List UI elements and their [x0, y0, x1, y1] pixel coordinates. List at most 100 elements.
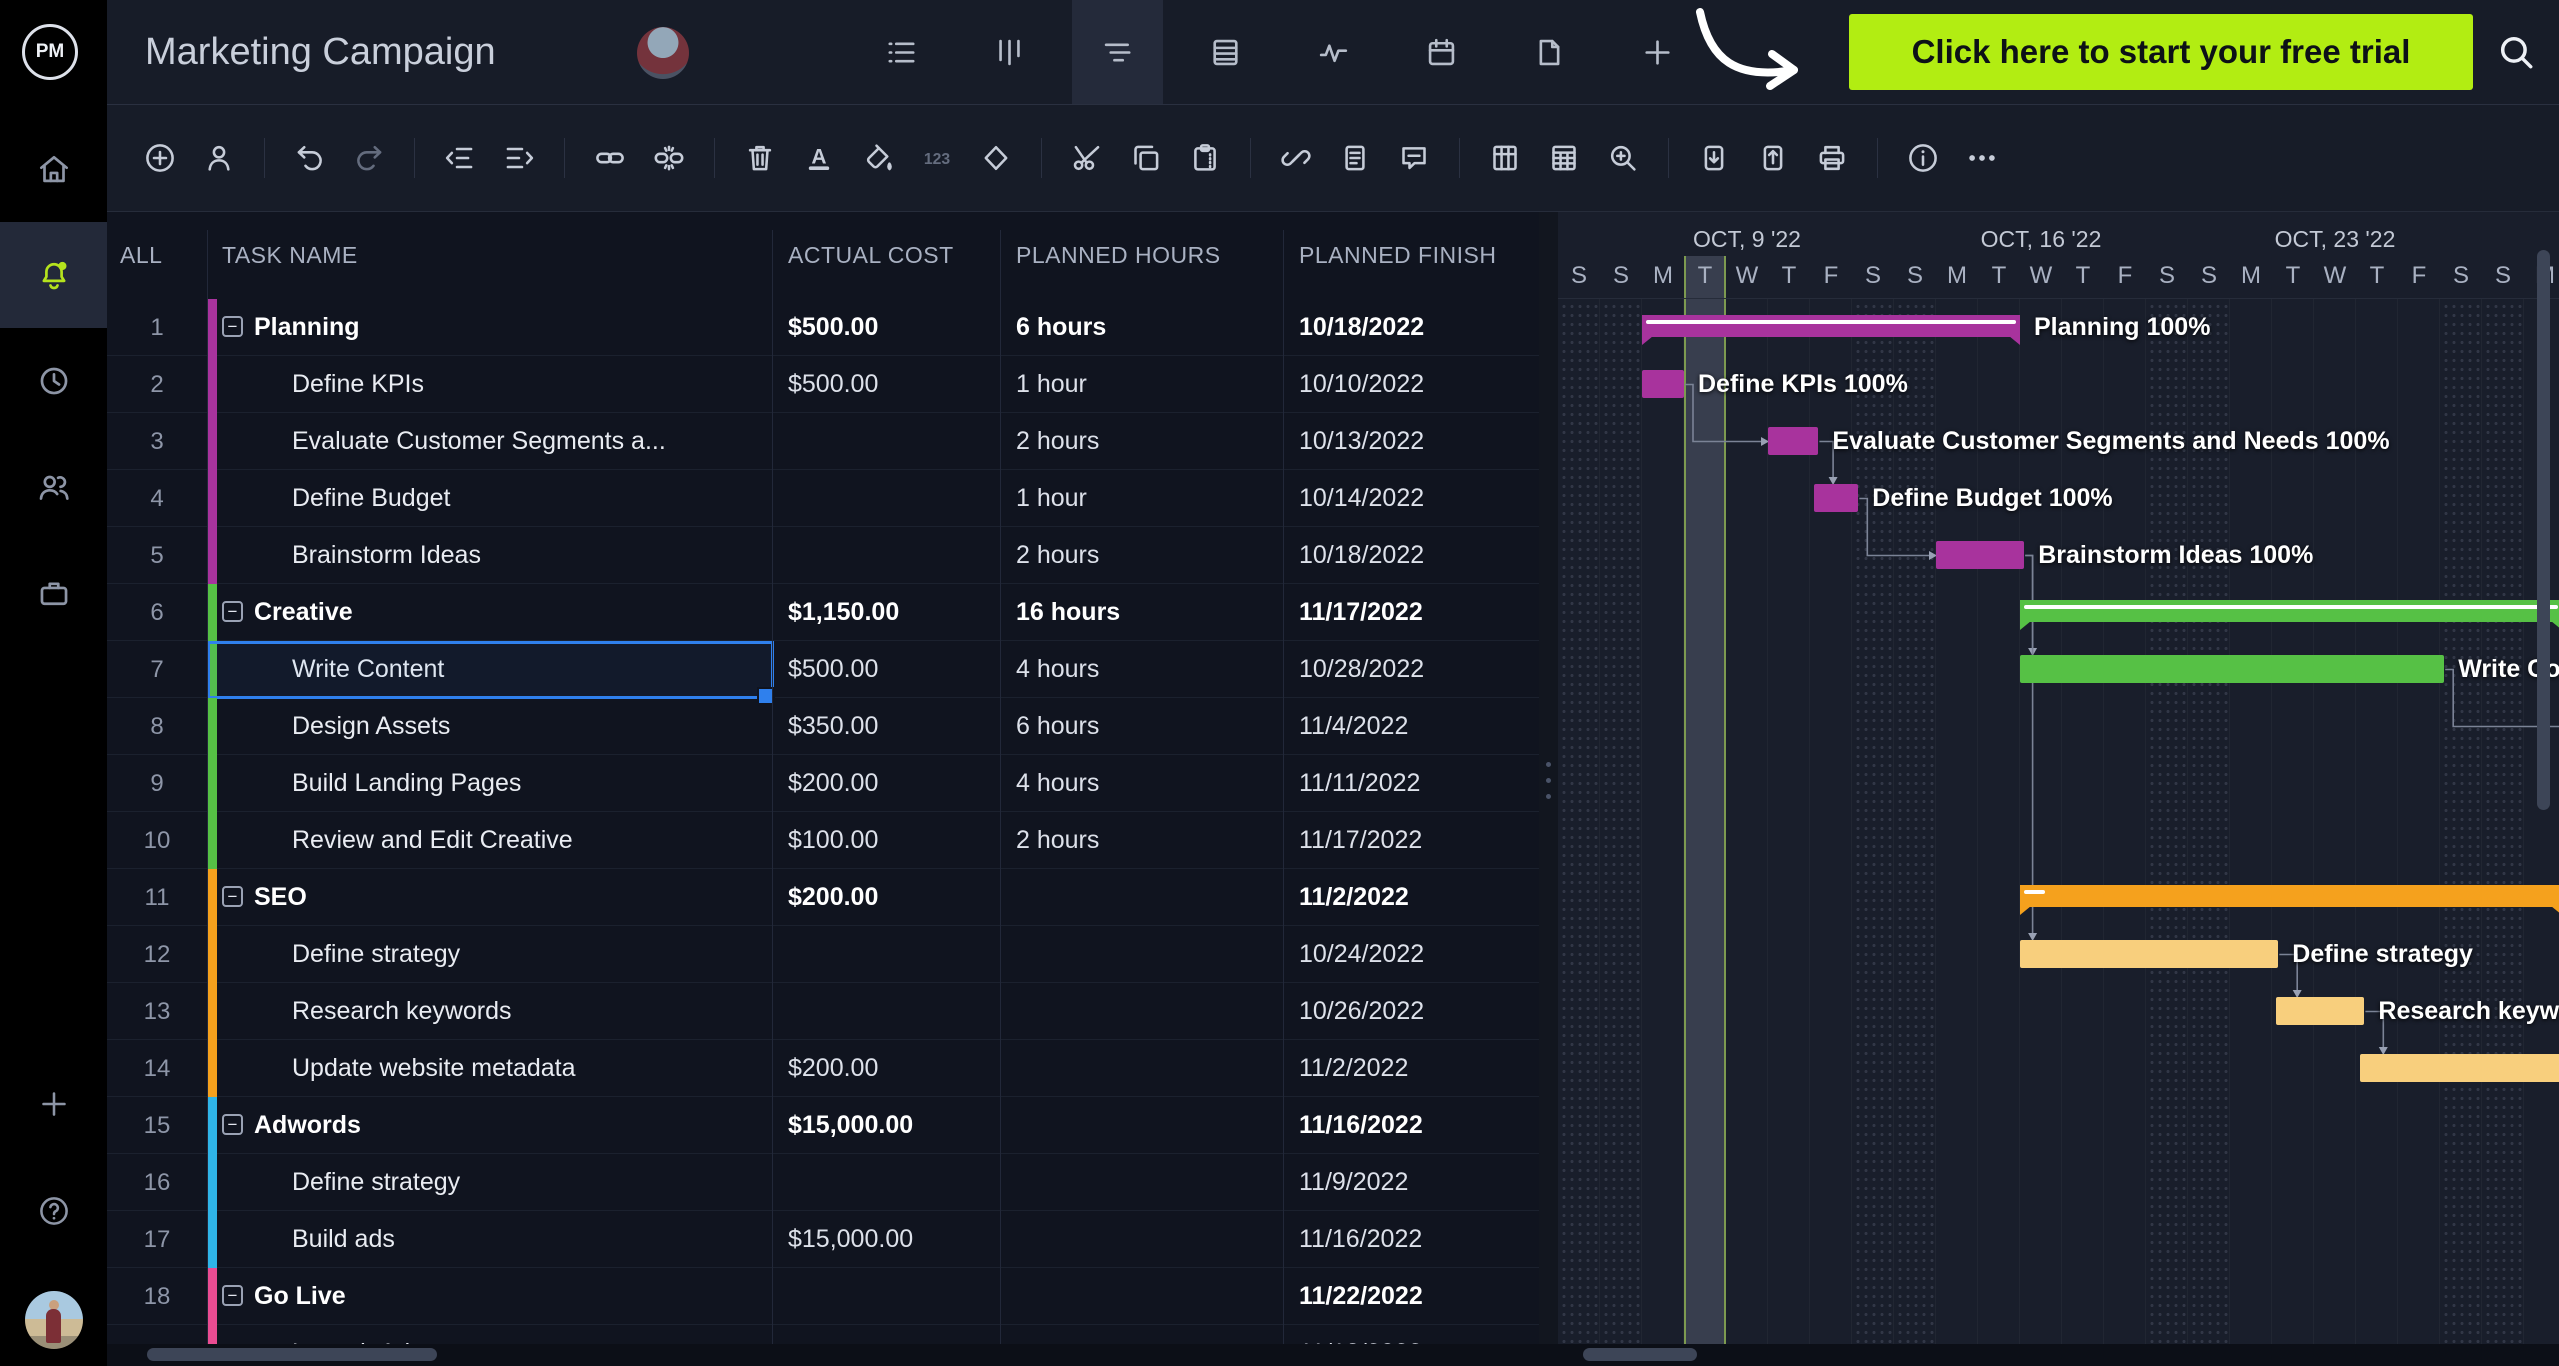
- actual-cost-cell[interactable]: $15,000.00: [788, 1211, 913, 1268]
- actual-cost-cell[interactable]: $500.00: [788, 299, 878, 356]
- cut-button[interactable]: [1067, 138, 1107, 178]
- gantt-task-bar[interactable]: [2360, 1054, 2559, 1082]
- collapse-icon[interactable]: −: [222, 886, 243, 907]
- export-button[interactable]: [1753, 138, 1793, 178]
- collapse-icon[interactable]: −: [222, 1114, 243, 1135]
- planned-hours-cell[interactable]: 1 hour: [1016, 356, 1087, 413]
- column-header-planned-hours[interactable]: PLANNED HOURS: [1016, 212, 1221, 299]
- task-row-8[interactable]: 8 Design Assets $350.00 6 hours 11/4/2022: [107, 698, 1539, 755]
- planned-finish-cell[interactable]: 10/10/2022: [1299, 356, 1424, 413]
- sidebar-item-time[interactable]: [0, 328, 107, 434]
- zoom-in-button[interactable]: [1603, 138, 1643, 178]
- print-button[interactable]: [1812, 138, 1852, 178]
- planned-hours-cell[interactable]: 2 hours: [1016, 527, 1099, 584]
- sidebar-item-team[interactable]: [0, 434, 107, 540]
- gantt-task-bar[interactable]: [1936, 541, 2025, 569]
- outdent-button[interactable]: [440, 138, 480, 178]
- gantt-hscrollbar[interactable]: [1583, 1348, 1697, 1361]
- gantt-vscrollbar[interactable]: [2537, 250, 2550, 810]
- actual-cost-cell[interactable]: $500.00: [788, 356, 878, 413]
- column-header-task-name[interactable]: TASK NAME: [222, 212, 358, 299]
- collapse-icon[interactable]: −: [222, 601, 243, 622]
- delete-button[interactable]: [740, 138, 780, 178]
- sidebar-item-alerts[interactable]: [0, 222, 107, 328]
- task-row-15[interactable]: 15 − Adwords $15,000.00 11/16/2022: [107, 1097, 1539, 1154]
- paste-button[interactable]: [1185, 138, 1225, 178]
- sidebar-add-button[interactable]: [0, 1082, 107, 1126]
- task-name-cell[interactable]: Creative: [254, 584, 353, 641]
- view-tab-activity[interactable]: [1288, 0, 1379, 104]
- task-name-cell[interactable]: Brainstorm Ideas: [292, 527, 481, 584]
- planned-hours-cell[interactable]: 16 hours: [1016, 584, 1120, 641]
- info-button[interactable]: [1903, 138, 1943, 178]
- planned-hours-cell[interactable]: 6 hours: [1016, 698, 1099, 755]
- planned-finish-cell[interactable]: 11/18/2022: [1299, 1325, 1422, 1344]
- search-icon[interactable]: [2495, 31, 2537, 73]
- planned-finish-cell[interactable]: 10/24/2022: [1299, 926, 1424, 983]
- task-row-5[interactable]: 5 Brainstorm Ideas 2 hours 10/18/2022: [107, 527, 1539, 584]
- planned-finish-cell[interactable]: 11/2/2022: [1299, 1040, 1408, 1097]
- milestone-button[interactable]: [976, 138, 1016, 178]
- actual-cost-cell[interactable]: $1,150.00: [788, 584, 899, 641]
- task-name-cell[interactable]: Adwords: [254, 1097, 361, 1154]
- planned-hours-cell[interactable]: 4 hours: [1016, 755, 1099, 812]
- task-name-cell[interactable]: Build Landing Pages: [292, 755, 521, 812]
- view-tab-board[interactable]: [964, 0, 1055, 104]
- planned-finish-cell[interactable]: 11/16/2022: [1299, 1211, 1422, 1268]
- gantt-task-bar[interactable]: [1814, 484, 1859, 512]
- planned-hours-cell[interactable]: 6 hours: [1016, 299, 1106, 356]
- task-name-cell[interactable]: Go Live: [254, 1268, 346, 1325]
- task-row-13[interactable]: 13 Research keywords 10/26/2022: [107, 983, 1539, 1040]
- gantt-task-bar[interactable]: [2020, 655, 2445, 683]
- task-name-cell[interactable]: Define strategy: [292, 926, 460, 983]
- column-header-planned-finish[interactable]: PLANNED FINISH: [1299, 212, 1496, 299]
- gantt-task-bar[interactable]: [1768, 427, 1819, 455]
- planned-finish-cell[interactable]: 11/2/2022: [1299, 869, 1409, 926]
- task-row-4[interactable]: 4 Define Budget 1 hour 10/14/2022: [107, 470, 1539, 527]
- user-avatar[interactable]: [25, 1291, 83, 1349]
- task-row-6[interactable]: 6 − Creative $1,150.00 16 hours 11/17/2022: [107, 584, 1539, 641]
- planned-finish-cell[interactable]: 10/18/2022: [1299, 527, 1424, 584]
- planned-hours-cell[interactable]: 2 hours: [1016, 413, 1099, 470]
- grid-settings-button[interactable]: [1544, 138, 1584, 178]
- unlink-button[interactable]: [649, 138, 689, 178]
- task-name-cell[interactable]: Update website metadata: [292, 1040, 576, 1097]
- view-tab-gantt[interactable]: [1072, 0, 1163, 104]
- task-row-9[interactable]: 9 Build Landing Pages $200.00 4 hours 11/11/…: [107, 755, 1539, 812]
- actual-cost-cell[interactable]: $350.00: [788, 698, 878, 755]
- task-row-16[interactable]: 16 Define strategy 11/9/2022: [107, 1154, 1539, 1211]
- text-color-button[interactable]: A: [799, 138, 839, 178]
- planned-finish-cell[interactable]: 11/4/2022: [1299, 698, 1408, 755]
- column-header-actual-cost[interactable]: ACTUAL COST: [788, 212, 954, 299]
- gantt-summary-bar[interactable]: [2020, 885, 2559, 915]
- column-settings-button[interactable]: [1485, 138, 1525, 178]
- planned-finish-cell[interactable]: 11/11/2022: [1299, 755, 1420, 812]
- copy-button[interactable]: [1126, 138, 1166, 178]
- task-name-cell[interactable]: Launch Ads: [292, 1325, 423, 1344]
- planned-finish-cell[interactable]: 10/26/2022: [1299, 983, 1424, 1040]
- undo-button[interactable]: [290, 138, 330, 178]
- task-row-10[interactable]: 10 Review and Edit Creative $100.00 2 hours…: [107, 812, 1539, 869]
- task-row-12[interactable]: 12 Define strategy 10/24/2022: [107, 926, 1539, 983]
- task-name-cell[interactable]: Research keywords: [292, 983, 512, 1040]
- planned-finish-cell[interactable]: 11/22/2022: [1299, 1268, 1423, 1325]
- actual-cost-cell[interactable]: $15,000.00: [788, 1097, 913, 1154]
- task-name-cell[interactable]: SEO: [254, 869, 307, 926]
- task-name-cell[interactable]: Define Budget: [292, 470, 450, 527]
- task-name-cell[interactable]: Review and Edit Creative: [292, 812, 573, 869]
- planned-finish-cell[interactable]: 10/14/2022: [1299, 470, 1424, 527]
- planned-finish-cell[interactable]: 11/9/2022: [1299, 1154, 1408, 1211]
- app-logo[interactable]: PM: [22, 24, 78, 80]
- redo-button[interactable]: [349, 138, 389, 178]
- task-row-7[interactable]: 7 Write Content $500.00 4 hours 10/28/2022: [107, 641, 1539, 705]
- project-owner-avatar[interactable]: [637, 27, 689, 79]
- task-row-14[interactable]: 14 Update website metadata $200.00 11/2/202…: [107, 1040, 1539, 1097]
- task-name-cell[interactable]: Define strategy: [292, 1154, 460, 1211]
- attach-button[interactable]: [1276, 138, 1316, 178]
- task-row-2[interactable]: 2 Define KPIs $500.00 1 hour 10/10/2022: [107, 356, 1539, 413]
- task-row-1[interactable]: 1 − Planning $500.00 6 hours 10/18/2022: [107, 299, 1539, 356]
- task-row-19[interactable]: 19 Launch Ads 11/18/2022: [107, 1325, 1539, 1344]
- free-trial-button[interactable]: Click here to start your free trial: [1849, 14, 2473, 90]
- actual-cost-cell[interactable]: $200.00: [788, 869, 878, 926]
- sidebar-item-home[interactable]: [0, 116, 107, 222]
